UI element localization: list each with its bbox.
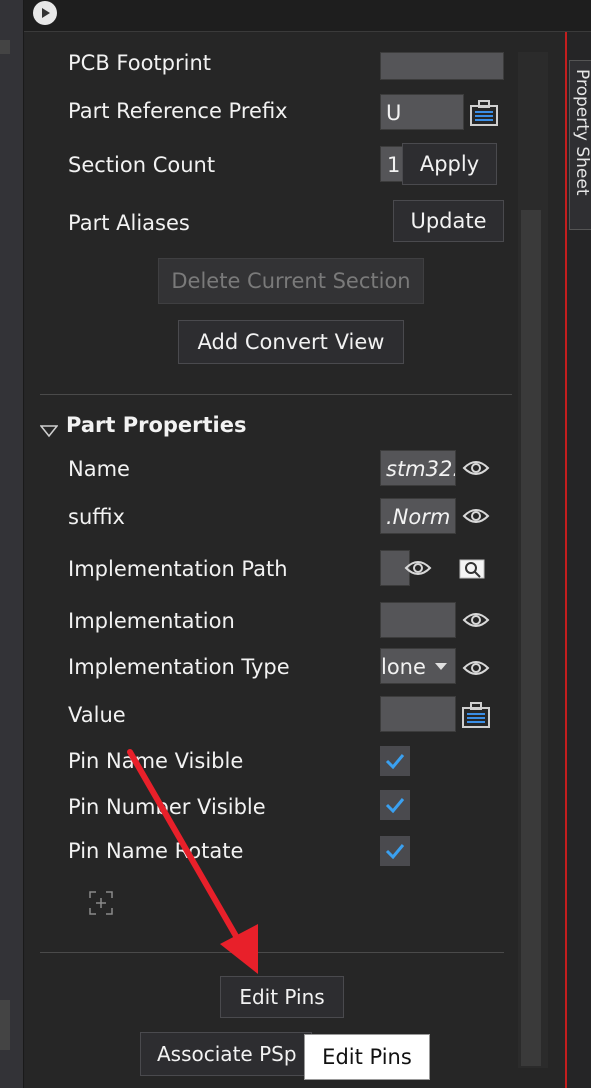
left-strip-marker: [0, 40, 10, 54]
eye-icon[interactable]: [462, 610, 490, 630]
chevron-down-icon: [435, 663, 447, 670]
part-aliases-label: Part Aliases: [68, 211, 190, 235]
left-dock-strip: [0, 0, 24, 1088]
edit-pins-tooltip: Edit Pins: [304, 1034, 430, 1080]
suffix-field[interactable]: .Norm: [380, 498, 456, 534]
pin-name-visible-checkbox[interactable]: [380, 746, 410, 776]
browse-list-icon[interactable]: [460, 700, 492, 730]
apply-button[interactable]: Apply: [402, 143, 497, 185]
part-reference-prefix-label: Part Reference Prefix: [68, 99, 288, 123]
pin-number-visible-label: Pin Number Visible: [68, 795, 266, 819]
implementation-type-value: lone: [381, 655, 426, 679]
property-sheet-tab-label: Property Sheet: [572, 69, 591, 196]
section-divider: [40, 952, 504, 953]
checkmark-icon: [385, 754, 405, 769]
browse-list-icon[interactable]: [468, 98, 500, 128]
implementation-label: Implementation: [68, 609, 235, 633]
pin-number-visible-checkbox[interactable]: [380, 790, 410, 820]
add-convert-view-button[interactable]: Add Convert View: [178, 320, 404, 364]
implementation-path-label: Implementation Path: [68, 557, 288, 581]
value-field[interactable]: [380, 696, 456, 732]
section-divider: [40, 394, 512, 395]
checkmark-icon: [385, 798, 405, 813]
eye-icon[interactable]: [404, 558, 432, 578]
suffix-label: suffix: [68, 505, 125, 529]
section-count-field[interactable]: 1: [380, 146, 404, 182]
associate-pspice-button[interactable]: Associate PSp: [140, 1032, 312, 1076]
implementation-type-label: Implementation Type: [68, 655, 290, 679]
play-icon[interactable]: [33, 1, 57, 25]
checkmark-icon: [385, 844, 405, 859]
left-strip-marker: [0, 1000, 10, 1050]
delete-current-section-button[interactable]: Delete Current Section: [158, 258, 424, 304]
edit-pins-button[interactable]: Edit Pins: [220, 976, 344, 1018]
pcb-footprint-field[interactable]: [380, 52, 504, 80]
pcb-footprint-label: PCB Footprint: [68, 51, 212, 75]
name-label: Name: [68, 457, 130, 481]
eye-icon[interactable]: [462, 506, 490, 526]
eye-icon[interactable]: [462, 658, 490, 678]
part-properties-header: Part Properties: [66, 413, 247, 437]
panel-border-accent: [565, 32, 567, 1088]
name-field[interactable]: stm32.: [380, 450, 456, 486]
implementation-field[interactable]: [380, 602, 456, 638]
value-label: Value: [68, 703, 126, 727]
update-button[interactable]: Update: [393, 200, 504, 242]
pin-name-visible-label: Pin Name Visible: [68, 749, 244, 773]
implementation-type-select[interactable]: lone: [380, 648, 456, 684]
section-count-label: Section Count: [68, 153, 216, 177]
property-sheet-tab[interactable]: Property Sheet: [569, 60, 591, 230]
collapse-triangle-icon[interactable]: [40, 424, 58, 438]
eye-icon[interactable]: [462, 458, 490, 478]
add-property-icon[interactable]: [88, 890, 114, 916]
part-reference-prefix-field[interactable]: U: [380, 94, 464, 130]
top-bar: [0, 0, 591, 32]
browse-folder-icon[interactable]: [458, 556, 486, 582]
pin-name-rotate-label: Pin Name Rotate: [68, 839, 244, 863]
scrollbar-thumb[interactable]: [521, 210, 541, 1066]
pin-name-rotate-checkbox[interactable]: [380, 836, 410, 866]
